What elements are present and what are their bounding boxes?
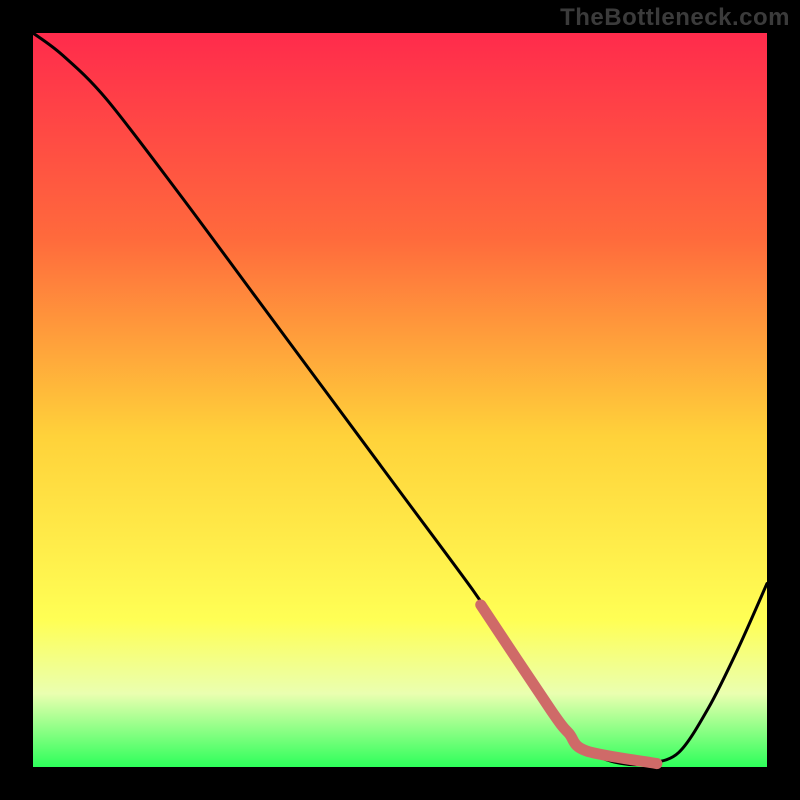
- bottleneck-chart: [0, 0, 800, 800]
- plot-background: [33, 33, 767, 767]
- chart-frame: TheBottleneck.com: [0, 0, 800, 800]
- watermark-text: TheBottleneck.com: [560, 4, 790, 32]
